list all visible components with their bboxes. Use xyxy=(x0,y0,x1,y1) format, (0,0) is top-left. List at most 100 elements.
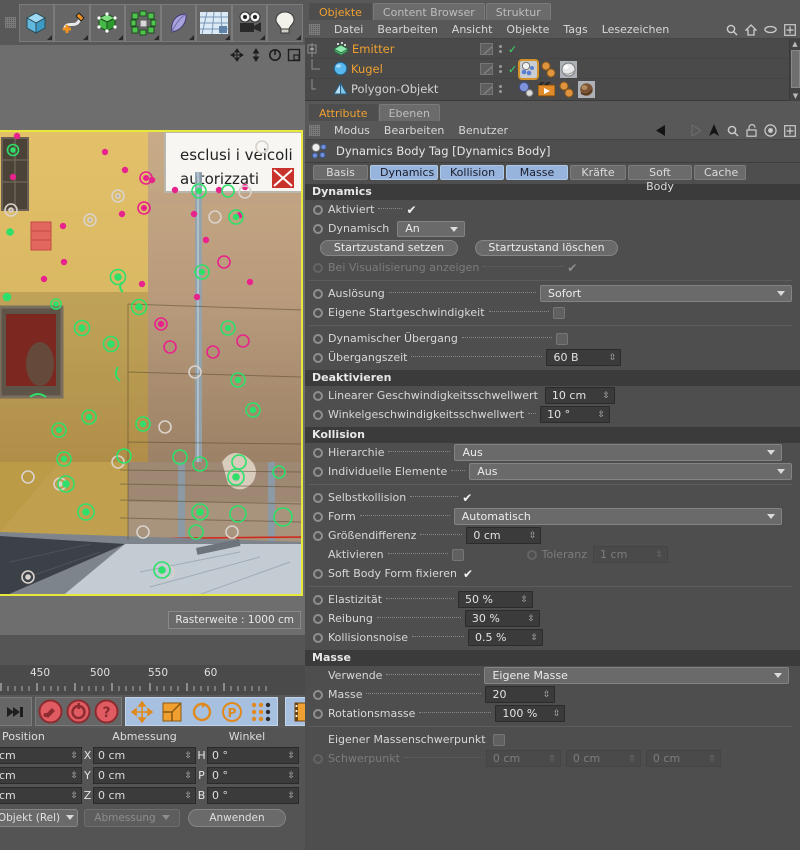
autokey-icon[interactable] xyxy=(65,698,92,725)
field-linearer-schwellwert[interactable]: 10 cm ⇳ xyxy=(545,387,615,404)
menu-benutzer[interactable]: Benutzer xyxy=(458,124,508,137)
clear-initial-state-button[interactable]: Startzustand löschen xyxy=(475,240,618,256)
point-level-anim-icon[interactable] xyxy=(247,698,276,725)
checkbox-aktivieren[interactable] xyxy=(452,549,464,561)
rotate-icon[interactable] xyxy=(268,48,282,62)
animate-dot-icon[interactable] xyxy=(313,391,323,401)
field-elastizitaet[interactable]: 50 % ⇳ xyxy=(458,591,533,608)
tab-struktur[interactable]: Struktur xyxy=(486,3,551,20)
subtab-dynamics[interactable]: Dynamics xyxy=(370,165,438,180)
target-icon[interactable] xyxy=(764,124,777,137)
row-eigene-startgeschwindigkeit[interactable]: Eigene Startgeschwindigkeit xyxy=(305,303,800,322)
field-winkel-schwellwert[interactable]: 10 ° ⇳ xyxy=(540,406,610,423)
row-dynamischer-uebergang[interactable]: Dynamischer Übergang xyxy=(305,329,800,348)
light-icon[interactable] xyxy=(267,4,303,42)
angle-b-field[interactable]: 0 ° ⇳ xyxy=(207,787,299,804)
texture-tag-icon[interactable] xyxy=(578,81,595,98)
field-reibung[interactable]: 30 % ⇳ xyxy=(465,610,540,627)
row-reibung[interactable]: Reibung 30 % ⇳ xyxy=(305,609,800,628)
mograph-tag-icon[interactable] xyxy=(540,61,557,78)
object-name-emitter[interactable]: Emitter xyxy=(352,42,395,56)
position-key-icon[interactable] xyxy=(127,698,156,725)
record-key-icon[interactable] xyxy=(37,698,64,725)
row-hierarchie[interactable]: Hierarchie Aus xyxy=(305,443,800,462)
animate-dot-icon[interactable] xyxy=(313,205,323,215)
spinner-icon[interactable]: ⇳ xyxy=(184,789,192,804)
animate-dot-icon[interactable] xyxy=(313,614,323,624)
checkbox-soft-body-fixieren[interactable]: ✔ xyxy=(463,567,473,581)
animate-dot-icon[interactable] xyxy=(313,410,323,420)
spinner-icon[interactable]: ⇳ xyxy=(609,351,617,366)
search-icon[interactable] xyxy=(726,24,738,36)
layer-color-box[interactable] xyxy=(480,63,493,75)
viewport[interactable]: esclusi i veicoli autorizzati xyxy=(0,67,305,635)
array-icon[interactable] xyxy=(125,4,161,42)
spinner-icon[interactable]: ⇳ xyxy=(184,749,192,764)
tab-ebenen[interactable]: Ebenen xyxy=(379,104,440,121)
animate-dot-icon[interactable] xyxy=(313,353,323,363)
spinner-icon[interactable]: ⇳ xyxy=(602,389,610,404)
object-row-emitter[interactable]: Emitter ✓ xyxy=(305,39,800,59)
toolbar-grip[interactable] xyxy=(5,17,16,28)
field-groessendifferenz[interactable]: 0 cm ⇳ xyxy=(466,527,541,544)
coordinate-mode-dropdown[interactable]: Objekt (Rel) xyxy=(0,809,78,827)
object-row-kugel[interactable]: Kugel ✓ xyxy=(305,59,800,79)
scroll-up-icon[interactable]: ▲ xyxy=(790,39,800,49)
maximize-icon[interactable] xyxy=(287,48,301,62)
animate-dot-icon[interactable] xyxy=(313,709,323,719)
motion-tracker-tag-icon[interactable] xyxy=(538,81,555,98)
camera-icon[interactable] xyxy=(232,4,268,42)
expand-collapse-emitter[interactable] xyxy=(305,39,333,59)
layer-color-box[interactable] xyxy=(480,43,493,55)
row-uebergangszeit[interactable]: Übergangszeit 60 B ⇳ xyxy=(305,348,800,367)
field-uebergangszeit[interactable]: 60 B ⇳ xyxy=(546,349,621,366)
subtab-soft-body[interactable]: Soft Body xyxy=(628,165,692,180)
home-icon[interactable] xyxy=(745,24,757,36)
animate-dot-icon[interactable] xyxy=(313,531,323,541)
object-row-polygon[interactable]: Polygon-Objekt xyxy=(305,79,800,99)
up-arrow-icon[interactable] xyxy=(708,124,720,137)
animate-dot-icon[interactable] xyxy=(313,308,323,318)
scene-floor-icon[interactable] xyxy=(196,4,232,42)
material-tag-icon[interactable] xyxy=(560,61,577,78)
scale-icon[interactable] xyxy=(249,48,263,62)
spinner-icon[interactable]: ⇳ xyxy=(287,769,295,784)
goto-end-icon[interactable] xyxy=(1,698,30,725)
row-kollisionsnoise[interactable]: Kollisionsnoise 0.5 % ⇳ xyxy=(305,628,800,647)
object-tree[interactable]: Emitter ✓ Kugel ✓ xyxy=(305,39,800,101)
menu-datei[interactable]: Datei xyxy=(334,23,363,36)
row-individuelle-elemente[interactable]: Individuelle Elemente Aus xyxy=(305,462,800,481)
spinner-icon[interactable]: ⇳ xyxy=(527,612,535,627)
spinner-icon[interactable]: ⇳ xyxy=(70,769,78,784)
dropdown-ausloesung[interactable]: Sofort xyxy=(540,285,792,302)
row-masse[interactable]: Masse 20 ⇳ xyxy=(305,685,800,704)
spinner-icon[interactable]: ⇳ xyxy=(184,769,192,784)
animate-dot-icon[interactable] xyxy=(313,224,323,234)
tab-objekte[interactable]: Objekte xyxy=(309,3,372,20)
checkbox-eigener-schwerpunkt[interactable] xyxy=(493,734,505,746)
mograph-tag-icon[interactable] xyxy=(558,81,575,98)
row-form[interactable]: Form Automatisch xyxy=(305,507,800,526)
scale-key-icon[interactable] xyxy=(157,698,186,725)
size-y-field[interactable]: 0 cm ⇳ xyxy=(93,767,196,784)
animate-dot-icon[interactable] xyxy=(313,334,323,344)
tracked-footage-image[interactable]: esclusi i veicoli autorizzati xyxy=(0,130,303,596)
position-x-field[interactable]: cm ⇳ xyxy=(0,747,82,764)
keyframe-help-icon[interactable]: ? xyxy=(93,698,120,725)
scrollbar-thumb[interactable] xyxy=(791,50,800,88)
visibility-dots-icon[interactable] xyxy=(499,85,502,93)
move-icon[interactable] xyxy=(230,48,244,62)
spinner-icon[interactable]: ⇳ xyxy=(531,631,539,646)
position-y-field[interactable]: cm ⇳ xyxy=(0,767,82,784)
dropdown-dynamisch[interactable]: An xyxy=(397,221,465,237)
animate-dot-icon[interactable] xyxy=(313,289,323,299)
subtab-kraefte[interactable]: Kräfte xyxy=(570,165,626,180)
object-name-kugel[interactable]: Kugel xyxy=(351,62,383,76)
spinner-icon[interactable]: ⇳ xyxy=(287,749,295,764)
row-eigener-schwerpunkt[interactable]: Eigener Massenschwerpunkt xyxy=(305,730,800,749)
visibility-dots-icon[interactable] xyxy=(499,65,502,73)
field-rotationsmasse[interactable]: 100 % ⇳ xyxy=(495,705,565,722)
field-kollisionsnoise[interactable]: 0.5 % ⇳ xyxy=(468,629,543,646)
dropdown-form[interactable]: Automatisch xyxy=(454,508,782,525)
layout-icon[interactable] xyxy=(784,125,796,137)
